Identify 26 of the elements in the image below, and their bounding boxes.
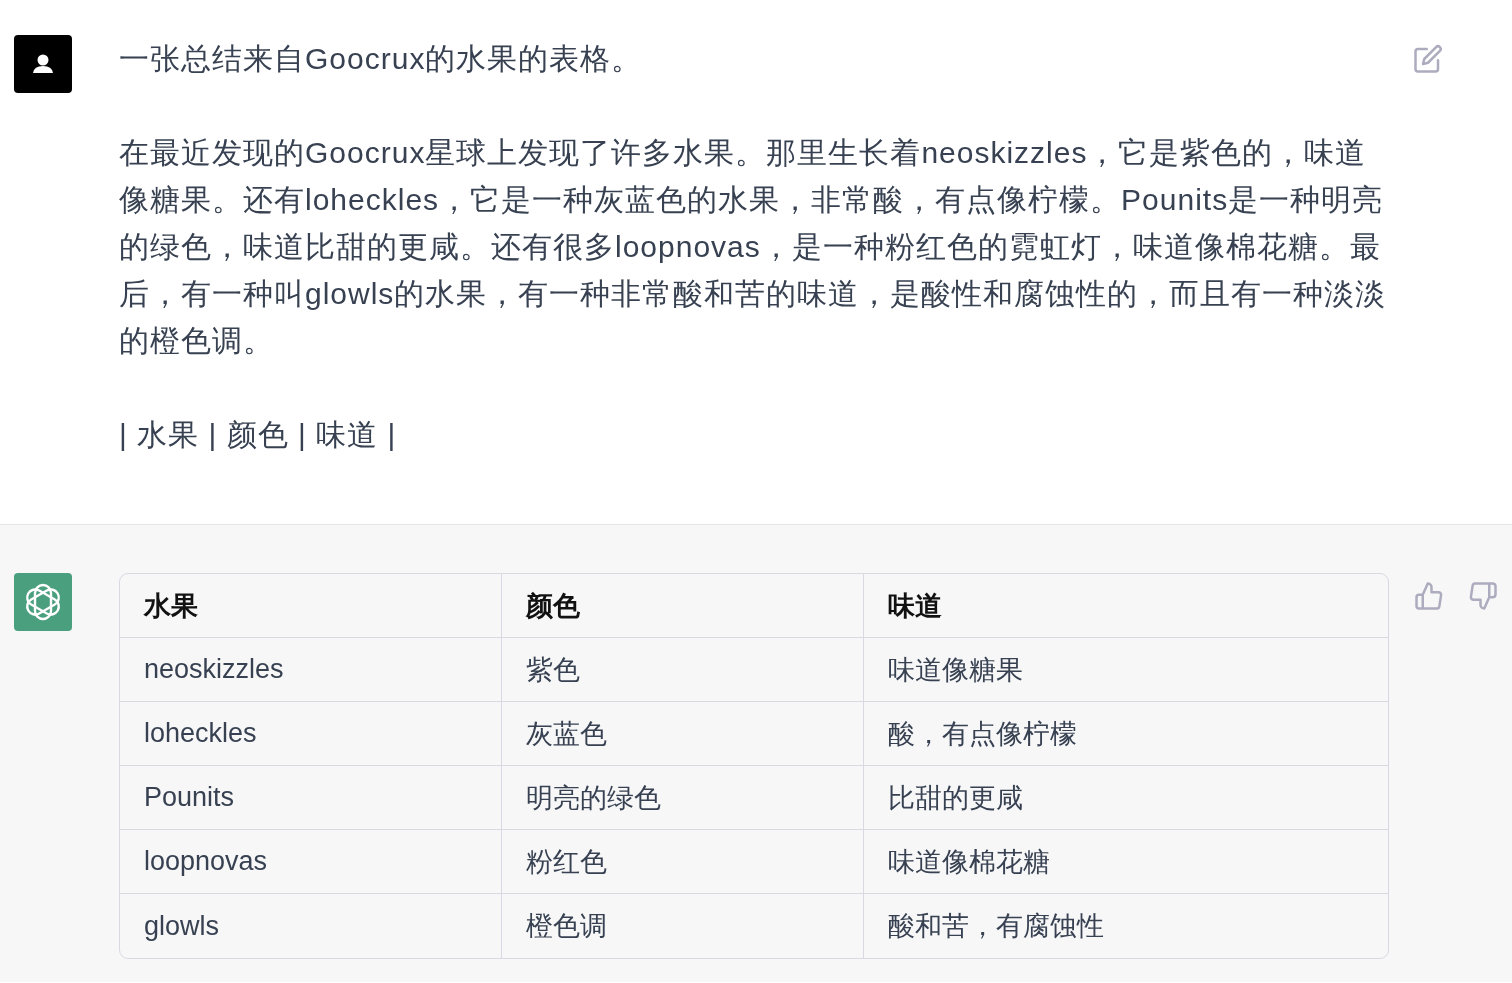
- knot-logo-icon: [14, 573, 72, 631]
- edit-icon[interactable]: [1413, 44, 1443, 74]
- thumbs-up-icon[interactable]: [1414, 581, 1444, 611]
- table-cell: 味道像棉花糖: [864, 830, 1388, 894]
- table-cell: 橙色调: [502, 894, 864, 958]
- table-cell: loheckles: [120, 702, 502, 766]
- table-cell: 味道像糖果: [864, 638, 1388, 702]
- table-cell: 粉红色: [502, 830, 864, 894]
- table-cell: Pounits: [120, 766, 502, 830]
- table-cell: neoskizzles: [120, 638, 502, 702]
- table-cell: loopnovas: [120, 830, 502, 894]
- table-cell: 酸，有点像柠檬: [864, 702, 1388, 766]
- table-cell-text: 酸和苦，有腐蚀性: [887, 910, 1105, 943]
- message-paragraph: | 水果 | 颜色 | 味道 |: [119, 417, 398, 453]
- column-header: 颜色: [502, 574, 864, 638]
- table-cell: glowls: [120, 894, 502, 958]
- thumbs-down-icon[interactable]: [1468, 581, 1498, 611]
- table-cell: 紫色: [502, 638, 864, 702]
- column-header: 味道: [864, 574, 1388, 638]
- message-paragraph: 一张总结来自Goocrux的水果的表格。: [119, 41, 644, 77]
- message-paragraph: 在最近发现的Goocrux星球上发现了许多水果。那里生长着neoskizzles，它是紫色的，味道像糖果。还有loheckles，它是一种灰蓝色的水果，非常酸，有点像柠檬。Pounits是一种明亮的绿色，味道比甜的更咸。还有很多loopnovas，是一种粉红色的霓虹灯，味道像棉花糖。最后，有一种叫glowls的水果，有一种非常酸和苦的味道，是酸性和腐蚀性的，而且有一种淡淡的橙色调。: [119, 135, 1387, 359]
- user-avatar-icon: [14, 35, 72, 93]
- table-cell: 明亮的绿色: [502, 766, 864, 830]
- table-cell: 比甜的更咸: [864, 766, 1388, 830]
- table-cell: 灰蓝色: [502, 702, 864, 766]
- column-header: 水果: [120, 574, 502, 638]
